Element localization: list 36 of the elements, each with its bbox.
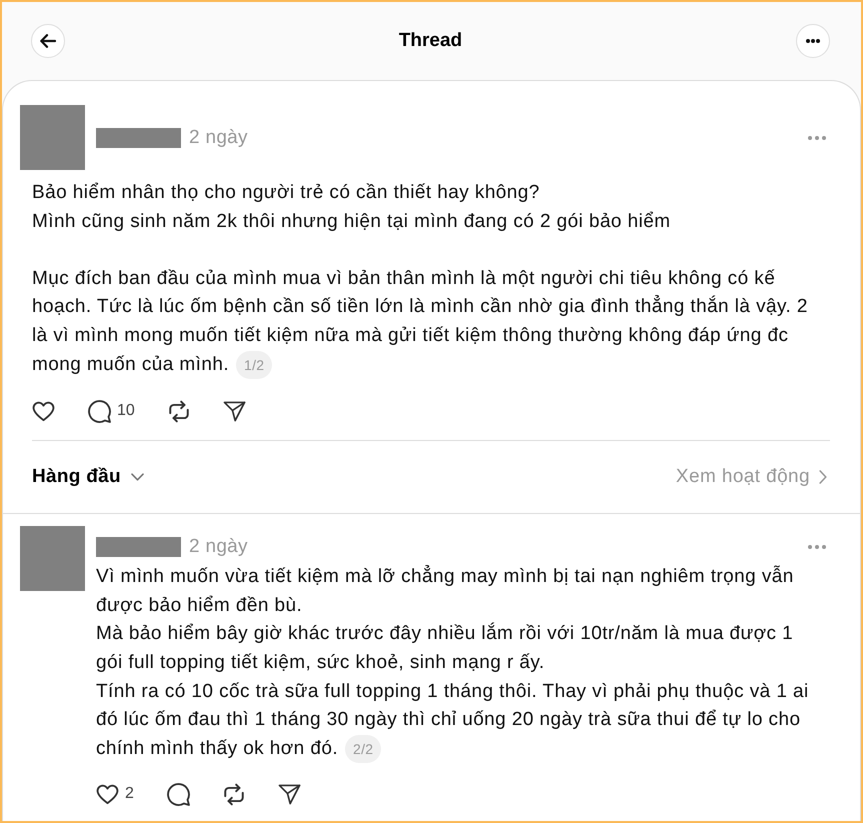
speech-bubble-icon	[88, 400, 111, 423]
repost-button[interactable]	[222, 782, 245, 806]
page-indicator: 2/2	[345, 735, 382, 764]
post-time: 2 ngày	[189, 536, 248, 558]
page-title: Thread	[398, 28, 462, 53]
post-text: mong muốn của mình.	[32, 352, 230, 377]
repost-icon	[168, 400, 190, 423]
chevron-right-icon	[819, 470, 827, 484]
share-button[interactable]	[222, 400, 246, 422]
like-button[interactable]: 2	[96, 782, 134, 806]
share-button[interactable]	[278, 784, 301, 805]
more-options-button[interactable]	[796, 24, 830, 58]
back-button[interactable]	[31, 24, 65, 58]
heart-icon	[32, 400, 55, 422]
post-menu-button[interactable]	[808, 545, 826, 550]
repost-icon	[222, 782, 245, 806]
paper-plane-icon	[278, 784, 301, 805]
sort-dropdown[interactable]: Hàng đầu	[32, 462, 144, 492]
heart-icon	[96, 784, 119, 805]
repost-button[interactable]	[168, 400, 190, 423]
like-button[interactable]	[32, 400, 55, 422]
back-arrow-icon	[40, 34, 56, 48]
paper-plane-icon	[222, 400, 246, 422]
more-icon	[806, 39, 820, 43]
more-icon	[808, 545, 826, 550]
avatar-placeholder	[20, 105, 85, 170]
reply-button[interactable]: 10	[88, 399, 135, 424]
reply-button[interactable]	[166, 782, 190, 806]
more-icon	[808, 136, 826, 140]
speech-bubble-icon	[166, 782, 190, 806]
avatar-placeholder	[20, 526, 85, 592]
post-menu-button[interactable]	[808, 136, 826, 140]
post-time: 2 ngày	[189, 126, 248, 148]
page-indicator: 1/2	[236, 350, 272, 379]
post-text: chính mình thấy ok hơn đó.	[96, 736, 338, 761]
chevron-down-icon	[130, 473, 144, 482]
